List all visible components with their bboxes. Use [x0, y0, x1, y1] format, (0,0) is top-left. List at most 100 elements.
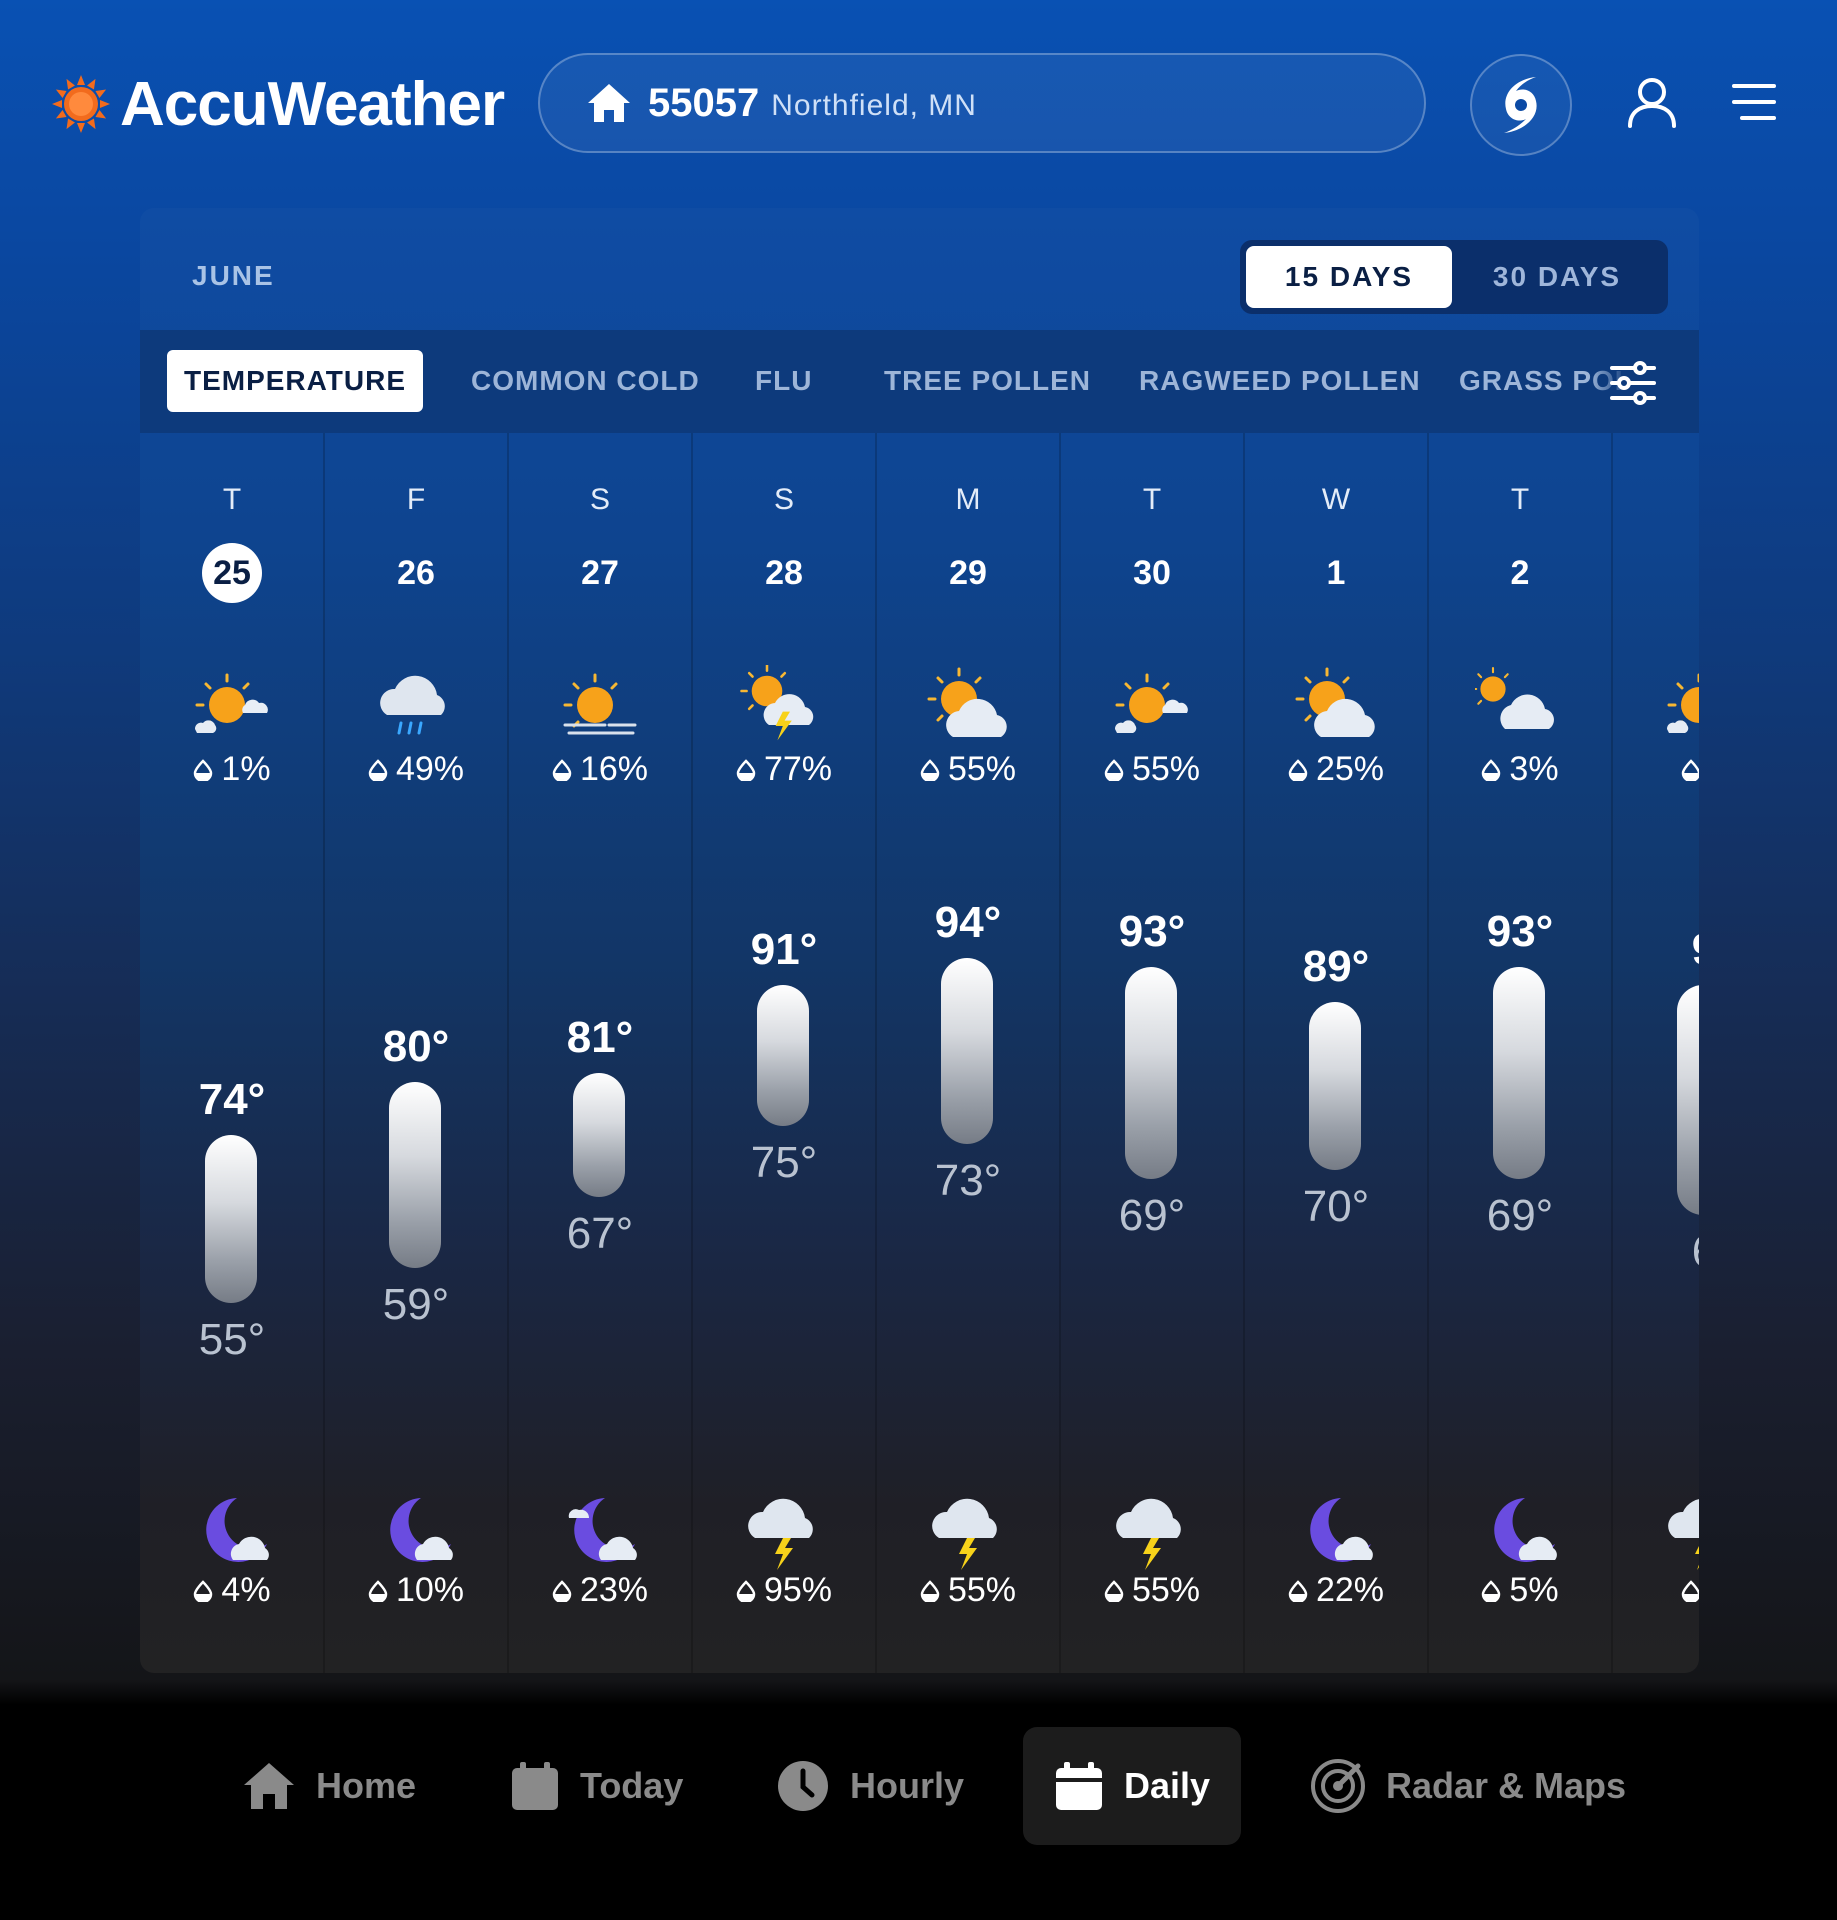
showers-icon [380, 675, 445, 735]
temp-range-bar [573, 1073, 625, 1197]
day-precip-value: 49% [395, 750, 465, 788]
brand-name: AccuWeather [120, 69, 505, 139]
account-button[interactable] [1620, 70, 1684, 134]
nav-today[interactable]: Today [510, 1727, 683, 1845]
day-date: 30 [1133, 553, 1171, 592]
tab-flu[interactable]: FLU [755, 350, 812, 412]
precip-drop-icon [736, 1579, 756, 1602]
menu-button[interactable] [1722, 70, 1786, 134]
daily-forecast-columns: T 25 1% 74° 55° 4% F 26 49% 80° 59° 10% S 27 16% 81° 67°… [140, 433, 1699, 1673]
location-zip: 55057 [648, 80, 760, 125]
temp-range-bar [757, 984, 809, 1127]
day-precip-chance: 3% [1428, 750, 1612, 789]
location-search-bar[interactable]: 55057 Northfield, MN [538, 53, 1426, 153]
precip-drop-icon [736, 758, 756, 781]
day-date: 26 [397, 553, 435, 592]
home-icon [244, 1763, 294, 1809]
low-temp: 6 [1612, 1227, 1699, 1277]
night-precip-chance: 95% [692, 1571, 876, 1610]
day-of-week: S [773, 483, 794, 516]
thunderstorm-icon [932, 1498, 997, 1570]
day-date: 2 [1510, 553, 1530, 592]
day-column[interactable]: W 1 25% 89° 70° 22% [1244, 433, 1428, 1673]
partly-sunny-icon [1114, 673, 1188, 733]
filter-settings-icon[interactable] [1610, 360, 1656, 406]
temp-range-bar [1493, 966, 1545, 1180]
day-column[interactable]: T 30 55% 93° 69° 55% [1060, 433, 1244, 1673]
day-column[interactable]: F 26 49% 80° 59° 10% [324, 433, 508, 1673]
column-divider [875, 433, 877, 1673]
precip-drop-icon [368, 758, 388, 781]
day-precip-chance: 49% [324, 750, 508, 789]
day-of-week: M [955, 483, 981, 516]
nav-radar-maps[interactable]: Radar & Maps [1310, 1727, 1626, 1845]
column-divider [691, 433, 693, 1673]
tab-ragweed-pollen[interactable]: RAGWEED POLLEN [1139, 350, 1421, 412]
precip-drop-icon [1288, 758, 1308, 781]
column-divider [507, 433, 509, 1673]
day-date: 1 [1326, 553, 1346, 592]
high-temp: 89° [1302, 942, 1370, 992]
range-toggle: 15 DAYS 30 DAYS [1240, 240, 1668, 314]
mostly-cloudy-sun-icon [1295, 667, 1375, 737]
range-15-days-button[interactable]: 15 DAYS [1246, 246, 1452, 308]
day-column[interactable]: T 2 3% 93° 69° 5% [1428, 433, 1612, 1673]
night-precip-chance: 23% [508, 1571, 692, 1610]
tab-common-cold[interactable]: COMMON COLD [471, 350, 700, 412]
partly-cloudy-night-icon [206, 1498, 269, 1562]
precip-drop-icon [1104, 758, 1124, 781]
day-precip-chance: 77% [692, 750, 876, 789]
calendar-icon [512, 1762, 558, 1810]
nav-hourly[interactable]: Hourly [776, 1727, 964, 1845]
tab-temperature[interactable]: TEMPERATURE [167, 350, 423, 412]
high-temp: 93° [1486, 906, 1554, 956]
range-30-days-button[interactable]: 30 DAYS [1452, 246, 1662, 308]
day-column[interactable]: M 29 55% 94° 73° 55% [876, 433, 1060, 1673]
nav-home[interactable]: Home [242, 1727, 416, 1845]
thunderstorm-icon [748, 1498, 813, 1570]
partly-cloudy-night-icon [1494, 1498, 1557, 1562]
night-precip-chance: 55% [876, 1571, 1060, 1610]
forecast-category-tabs: TEMPERATURE COMMON COLD FLU TREE POLLEN … [140, 330, 1699, 433]
day-precip-chance: 25% [1244, 750, 1428, 789]
nav-today-label: Today [580, 1765, 684, 1806]
high-temp: 9 [1612, 925, 1699, 975]
day-column[interactable]: S 27 16% 81° 67° 23% [508, 433, 692, 1673]
night-precip-chance: 8 [1612, 1571, 1699, 1610]
high-temp: 93° [1118, 906, 1186, 956]
nav-daily-label: Daily [1123, 1765, 1211, 1806]
precip-drop-icon [194, 758, 213, 781]
partly-cloudy-night-icon [1310, 1498, 1373, 1562]
temp-range-bar [1125, 966, 1177, 1180]
sun-thunderstorm-icon [740, 665, 814, 741]
night-precip-chance: 22% [1244, 1571, 1428, 1610]
high-temp: 94° [934, 898, 1002, 947]
precip-drop-icon [552, 758, 572, 781]
day-column[interactable]: S 28 77% 91° 75° 95% [692, 433, 876, 1673]
home-icon [588, 84, 630, 122]
mostly-cloudy-icon [1475, 666, 1554, 729]
day-date: 25 [202, 543, 262, 603]
hurricane-button[interactable] [1470, 54, 1572, 156]
day-column[interactable]: 6 9 6 8 [1612, 433, 1699, 1673]
night-precip-value: 55% [1131, 1571, 1201, 1609]
night-precip-value: 4% [221, 1571, 271, 1609]
day-of-week: F [406, 483, 426, 516]
high-temp: 91° [750, 924, 818, 974]
precip-drop-icon [1482, 758, 1501, 781]
precip-drop-icon [1288, 1579, 1308, 1602]
day-column[interactable]: T 25 1% 74° 55° 4% [140, 433, 324, 1673]
low-temp: 73° [934, 1155, 1002, 1205]
thunderstorm-icon [1668, 1499, 1699, 1570]
accuweather-logo[interactable]: AccuWeather [52, 70, 505, 139]
day-of-week: S [589, 483, 610, 516]
bottom-navigation: Home Today Hourly Daily Radar & Maps [0, 1705, 1837, 1920]
column-divider [1427, 433, 1429, 1673]
low-temp: 69° [1118, 1191, 1186, 1241]
day-date: 29 [949, 553, 987, 592]
nav-daily[interactable]: Daily [1023, 1727, 1241, 1845]
thunderstorm-icon [1116, 1498, 1181, 1570]
tab-tree-pollen[interactable]: TREE POLLEN [884, 350, 1091, 412]
precip-drop-icon [1681, 758, 1699, 781]
night-precip-chance: 55% [1060, 1571, 1244, 1610]
